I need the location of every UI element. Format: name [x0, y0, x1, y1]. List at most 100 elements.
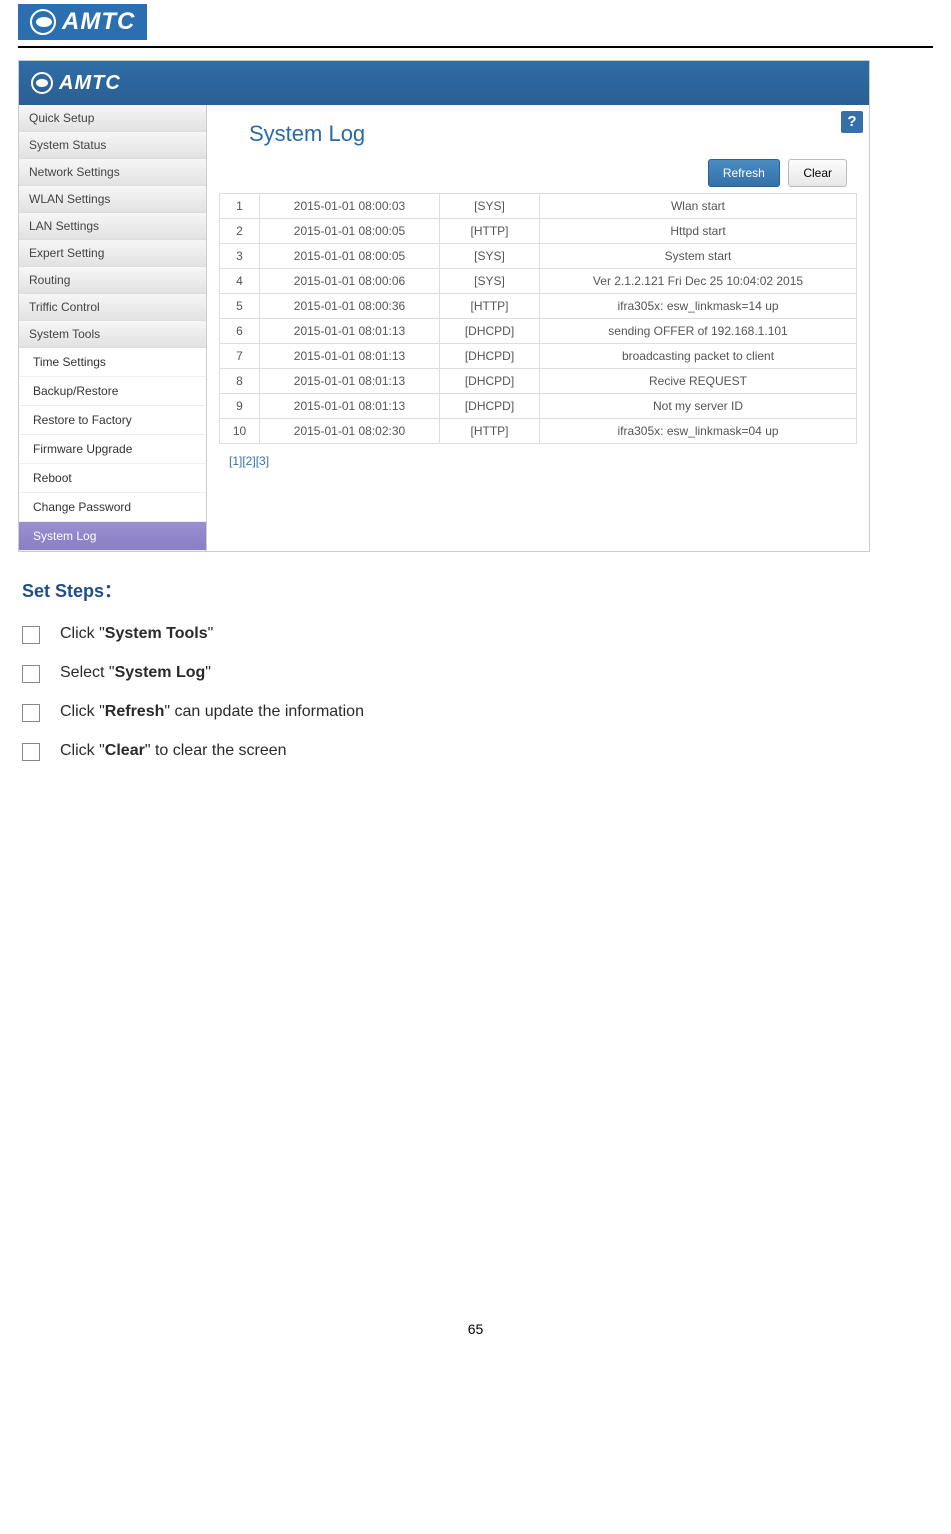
step-text: Click "System Tools": [60, 625, 213, 643]
log-tag: [HTTP]: [440, 219, 540, 244]
header-divider: [18, 46, 933, 48]
table-row: 6 2015-01-01 08:01:13 [DHCPD] sending OF…: [220, 319, 857, 344]
log-tag: [SYS]: [440, 244, 540, 269]
sidebar-sub-backup-restore[interactable]: Backup/Restore: [19, 377, 206, 406]
step-4: Click "Clear" to clear the screen: [22, 742, 929, 761]
step-text: Click "Refresh" can update the informati…: [60, 703, 364, 721]
log-tag: [HTTP]: [440, 294, 540, 319]
table-row: 4 2015-01-01 08:00:06 [SYS] Ver 2.1.2.12…: [220, 269, 857, 294]
router-brand-text: AMTC: [59, 72, 121, 95]
sidebar-item-wlan-settings[interactable]: WLAN Settings: [19, 186, 206, 213]
log-time: 2015-01-01 08:00:36: [260, 294, 440, 319]
log-time: 2015-01-01 08:02:30: [260, 419, 440, 444]
log-msg: Ver 2.1.2.121 Fri Dec 25 10:04:02 2015: [540, 269, 857, 294]
router-ui-screenshot: AMTC Quick Setup System Status Network S…: [18, 60, 870, 552]
sidebar: Quick Setup System Status Network Settin…: [19, 105, 207, 551]
log-time: 2015-01-01 08:00:05: [260, 219, 440, 244]
log-index: 8: [220, 369, 260, 394]
sidebar-sub-change-password[interactable]: Change Password: [19, 493, 206, 522]
step-1: Click "System Tools": [22, 625, 929, 644]
table-row: 7 2015-01-01 08:01:13 [DHCPD] broadcasti…: [220, 344, 857, 369]
log-tag: [SYS]: [440, 194, 540, 219]
refresh-button[interactable]: Refresh: [708, 159, 780, 187]
step-text: Select "System Log": [60, 664, 211, 682]
log-tag: [HTTP]: [440, 419, 540, 444]
log-index: 7: [220, 344, 260, 369]
sidebar-sub-reboot[interactable]: Reboot: [19, 464, 206, 493]
bullet-box-icon: [22, 626, 40, 644]
log-tag: [DHCPD]: [440, 344, 540, 369]
log-tag: [DHCPD]: [440, 369, 540, 394]
doc-brand-text: AMTC: [62, 8, 135, 36]
clear-button[interactable]: Clear: [788, 159, 847, 187]
sidebar-sub-restore-factory[interactable]: Restore to Factory: [19, 406, 206, 435]
step-text: Click "Clear" to clear the screen: [60, 742, 287, 760]
sidebar-item-quick-setup[interactable]: Quick Setup: [19, 105, 206, 132]
table-row: 8 2015-01-01 08:01:13 [DHCPD] Recive REQ…: [220, 369, 857, 394]
log-msg: System start: [540, 244, 857, 269]
log-index: 6: [220, 319, 260, 344]
swirl-icon: [31, 72, 53, 94]
log-msg: Wlan start: [540, 194, 857, 219]
log-tag: [DHCPD]: [440, 319, 540, 344]
swirl-icon: [30, 9, 56, 35]
pager-page-2[interactable]: [2]: [242, 454, 255, 468]
log-msg: ifra305x: esw_linkmask=14 up: [540, 294, 857, 319]
log-table: 1 2015-01-01 08:00:03 [SYS] Wlan start 2…: [219, 193, 857, 444]
table-row: 3 2015-01-01 08:00:05 [SYS] System start: [220, 244, 857, 269]
sidebar-sub-firmware-upgrade[interactable]: Firmware Upgrade: [19, 435, 206, 464]
table-row: 5 2015-01-01 08:00:36 [HTTP] ifra305x: e…: [220, 294, 857, 319]
pager-page-3[interactable]: [3]: [256, 454, 269, 468]
page-title: System Log: [249, 121, 857, 147]
sidebar-item-traffic-control[interactable]: Triffic Control: [19, 294, 206, 321]
sidebar-item-network-settings[interactable]: Network Settings: [19, 159, 206, 186]
log-time: 2015-01-01 08:01:13: [260, 394, 440, 419]
step-3: Click "Refresh" can update the informati…: [22, 703, 929, 722]
bullet-box-icon: [22, 743, 40, 761]
log-msg: Not my server ID: [540, 394, 857, 419]
bullet-box-icon: [22, 665, 40, 683]
sidebar-sub-system-log[interactable]: System Log: [19, 522, 206, 551]
log-index: 4: [220, 269, 260, 294]
table-row: 2 2015-01-01 08:00:05 [HTTP] Httpd start: [220, 219, 857, 244]
bullet-box-icon: [22, 704, 40, 722]
log-index: 1: [220, 194, 260, 219]
set-steps-heading: Set Steps：: [22, 577, 929, 603]
doc-brand-logo: AMTC: [18, 4, 147, 40]
sidebar-sub-time-settings[interactable]: Time Settings: [19, 348, 206, 377]
main-panel: ? System Log Refresh Clear 1 2015-01-01 …: [207, 105, 869, 551]
doc-content: Set Steps： Click "System Tools" Select "…: [22, 577, 929, 761]
router-topbar: AMTC: [19, 61, 869, 105]
log-index: 3: [220, 244, 260, 269]
sidebar-item-system-tools[interactable]: System Tools: [19, 321, 206, 348]
log-msg: broadcasting packet to client: [540, 344, 857, 369]
log-msg: sending OFFER of 192.168.1.101: [540, 319, 857, 344]
log-tag: [DHCPD]: [440, 394, 540, 419]
log-msg: Recive REQUEST: [540, 369, 857, 394]
sidebar-item-lan-settings[interactable]: LAN Settings: [19, 213, 206, 240]
pager: [1][2][3]: [229, 454, 857, 468]
log-time: 2015-01-01 08:00:03: [260, 194, 440, 219]
log-time: 2015-01-01 08:01:13: [260, 319, 440, 344]
sidebar-item-system-status[interactable]: System Status: [19, 132, 206, 159]
table-row: 10 2015-01-01 08:02:30 [HTTP] ifra305x: …: [220, 419, 857, 444]
log-index: 2: [220, 219, 260, 244]
sidebar-item-expert-setting[interactable]: Expert Setting: [19, 240, 206, 267]
button-row: Refresh Clear: [219, 159, 847, 187]
log-time: 2015-01-01 08:00:05: [260, 244, 440, 269]
log-time: 2015-01-01 08:01:13: [260, 344, 440, 369]
page-number: 65: [0, 1321, 951, 1357]
pager-page-1[interactable]: [1]: [229, 454, 242, 468]
table-row: 9 2015-01-01 08:01:13 [DHCPD] Not my ser…: [220, 394, 857, 419]
step-2: Select "System Log": [22, 664, 929, 683]
log-msg: ifra305x: esw_linkmask=04 up: [540, 419, 857, 444]
log-index: 5: [220, 294, 260, 319]
log-index: 9: [220, 394, 260, 419]
table-row: 1 2015-01-01 08:00:03 [SYS] Wlan start: [220, 194, 857, 219]
sidebar-item-routing[interactable]: Routing: [19, 267, 206, 294]
help-icon[interactable]: ?: [841, 111, 863, 133]
log-time: 2015-01-01 08:01:13: [260, 369, 440, 394]
log-index: 10: [220, 419, 260, 444]
log-msg: Httpd start: [540, 219, 857, 244]
log-tag: [SYS]: [440, 269, 540, 294]
